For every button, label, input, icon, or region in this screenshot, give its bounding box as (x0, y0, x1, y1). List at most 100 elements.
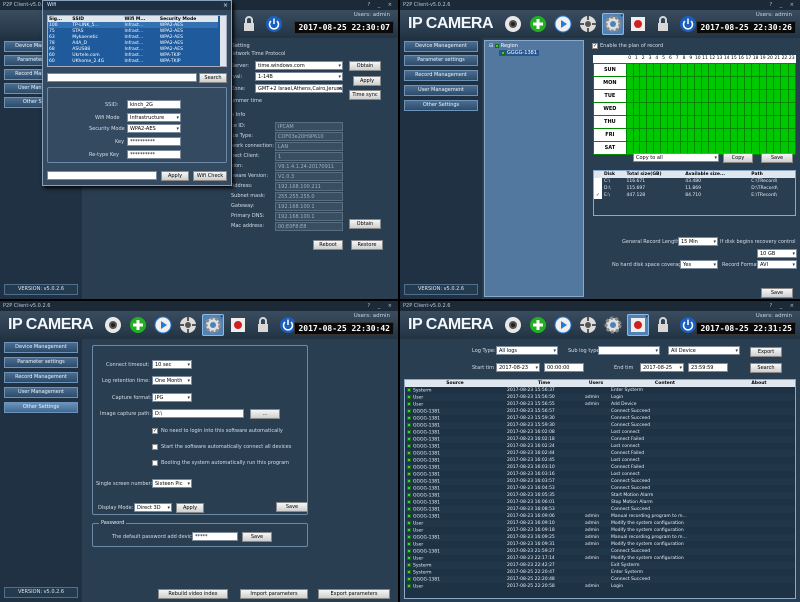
log-row[interactable]: GGGG-1381 2017-08-23 16:04:53 Connect Succ… (405, 485, 795, 492)
schedule-cell[interactable] (780, 62, 789, 77)
window-controls[interactable]: ? _ × (769, 301, 797, 311)
playback-icon[interactable] (152, 314, 174, 336)
schedule-cell[interactable] (780, 88, 789, 103)
disk-checkbox[interactable] (594, 178, 602, 185)
schedule-cell[interactable] (693, 101, 702, 116)
log-row[interactable]: User 2017-08-25 22:20:58 admin Login (405, 583, 795, 590)
schedule-cell[interactable] (639, 62, 648, 77)
disk-size-select[interactable]: 10 GB (757, 249, 797, 258)
obtain-ip-button[interactable]: Obtain (349, 219, 381, 229)
log-row[interactable]: User 2017-08-23 22:17:14 admin Modify the s… (405, 555, 795, 562)
timezone-select[interactable]: GMT+2 Israel,Athens,Cairo,Jerusa (255, 84, 343, 93)
schedule-cell[interactable] (758, 114, 767, 129)
settings-icon[interactable] (602, 13, 624, 35)
schedule-cell[interactable] (744, 75, 753, 90)
schedule-cell[interactable] (700, 101, 710, 116)
import-parameters-button[interactable]: Import parameters (240, 589, 308, 599)
record-length-select[interactable]: 15 Min (678, 237, 718, 246)
schedule-cell[interactable] (751, 62, 760, 77)
log-row[interactable]: GGGG-1381 2017-08-23 16:02:18 Connect Fail… (405, 436, 795, 443)
disk-column-header[interactable]: Total size(GB) (624, 171, 684, 178)
wifi-mode-select[interactable]: Infrastructure (127, 113, 181, 122)
schedule-cell[interactable] (737, 101, 746, 116)
schedule-cell[interactable] (673, 75, 682, 90)
record-format-select[interactable]: AVI (757, 260, 797, 269)
disk-checkbox[interactable] (594, 185, 602, 192)
schedule-cell[interactable] (686, 88, 695, 103)
schedule-cell[interactable] (659, 101, 668, 116)
schedule-cell[interactable] (758, 101, 767, 116)
schedule-cell[interactable] (639, 88, 648, 103)
schedule-cell[interactable] (680, 62, 688, 77)
log-type-select[interactable]: All logs (496, 346, 558, 355)
schedule-cell[interactable] (765, 75, 775, 90)
log-column-header[interactable]: About (721, 380, 795, 387)
schedule-cell[interactable] (625, 114, 634, 129)
retype-key-input[interactable]: ********** (127, 150, 181, 159)
device-select[interactable]: All Device (668, 346, 740, 355)
obtain-button[interactable]: Obtain (349, 61, 381, 71)
save-plan-button[interactable]: Save (761, 153, 793, 163)
schedule-cell[interactable] (729, 88, 739, 103)
schedule-cell[interactable] (632, 114, 641, 129)
log-row[interactable]: GGGG-1381 2017-08-23 16:02:45 Lost connect (405, 457, 795, 464)
schedule-cell[interactable] (646, 62, 654, 77)
schedule-cell[interactable] (780, 101, 789, 116)
schedule-cell[interactable] (700, 62, 710, 77)
log-list[interactable]: Source Time Users Content About Systerm 2017-0… (404, 379, 796, 599)
display-mode-select[interactable]: Direct 3D (134, 503, 172, 512)
schedule-cell[interactable] (686, 62, 695, 77)
log-row[interactable]: GGGG-1381 2017-08-23 16:06:01 Stop Motion … (405, 499, 795, 506)
lock-icon[interactable] (238, 13, 260, 35)
autoconnect-checkbox[interactable] (152, 444, 158, 450)
schedule-cell[interactable] (646, 101, 654, 116)
settings-icon[interactable] (202, 314, 224, 336)
nav-record-management[interactable]: Record Management (4, 372, 78, 383)
start-date-input[interactable]: 2017-08-23 (496, 363, 540, 372)
disk-row[interactable]: ✓ E:\ 447.128 84.710 E:\TRecord\ (594, 192, 795, 199)
schedule-cell[interactable] (639, 114, 648, 129)
schedule-cell[interactable] (722, 101, 731, 116)
camera-icon[interactable] (102, 314, 124, 336)
schedule-cell[interactable] (722, 127, 731, 142)
schedule-cell[interactable] (773, 101, 782, 116)
schedule-cell[interactable] (737, 75, 746, 90)
schedule-cell[interactable] (693, 88, 702, 103)
browse-button[interactable]: ... (250, 409, 280, 419)
log-row[interactable]: GGGG-1381 2017-08-23 16:03:16 Lost connect (405, 471, 795, 478)
log-column-header[interactable]: Source (405, 380, 505, 387)
log-row[interactable]: GGGG-1381 2017-08-23 16:03:10 Connect Fail… (405, 464, 795, 471)
schedule-cell[interactable] (659, 62, 668, 77)
log-row[interactable]: GGGG-1381 2017-08-23 16:02:44 Connect Fail… (405, 450, 795, 457)
schedule-cell[interactable] (751, 114, 760, 129)
schedule-cell[interactable] (715, 88, 724, 103)
schedule-cell[interactable] (652, 75, 661, 90)
schedule-cell[interactable] (680, 127, 688, 142)
schedule-cell[interactable] (737, 88, 746, 103)
window-controls[interactable]: ? _ × (769, 0, 797, 10)
schedule-cell[interactable] (693, 127, 702, 142)
schedule-cell[interactable] (773, 114, 782, 129)
disk-column-header[interactable] (594, 171, 602, 178)
nav-user-management[interactable]: User Management (4, 387, 78, 398)
schedule-cell[interactable] (729, 101, 739, 116)
nav-other-settings[interactable]: Other Settings (404, 100, 478, 111)
schedule-cell[interactable] (751, 88, 760, 103)
schedule-cell[interactable] (625, 88, 634, 103)
schedule-cell[interactable] (659, 75, 668, 90)
schedule-cell[interactable] (787, 114, 797, 129)
schedule-cell[interactable] (744, 88, 753, 103)
wifi-list-scrollbar[interactable] (220, 16, 226, 66)
schedule-cell[interactable] (639, 127, 648, 142)
wifi-check-button[interactable]: Wifi Check (193, 171, 227, 181)
playback-icon[interactable] (552, 13, 574, 35)
nav-user-management[interactable]: User Management (404, 85, 478, 96)
schedule-cell[interactable] (652, 114, 661, 129)
disk-column-header[interactable]: Path (749, 171, 795, 178)
schedule-cell[interactable] (722, 62, 731, 77)
schedule-cell[interactable] (722, 88, 731, 103)
search-log-button[interactable]: Search (750, 363, 782, 373)
log-row[interactable]: GGGG-1381 2017-08-23 16:05:35 Start Motion… (405, 492, 795, 499)
schedule-cell[interactable] (715, 101, 724, 116)
schedule-cell[interactable] (737, 62, 746, 77)
